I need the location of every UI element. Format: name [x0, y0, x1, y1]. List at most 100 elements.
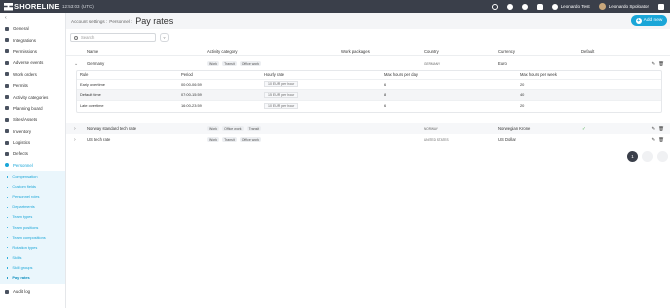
flag-icon [5, 151, 9, 156]
sidebar-subitem-team-compositions[interactable]: Team compositions [0, 233, 65, 243]
sidebar-item-sites-assets[interactable]: Sites/Assets [0, 114, 65, 125]
sidebar-item-label: Adverse events [13, 60, 44, 66]
user-menu[interactable]: Leonardo Spoloator [598, 3, 649, 10]
sidebar-subitem-departments[interactable]: Departments [0, 202, 65, 212]
column-header-activity[interactable]: Activity category [207, 49, 238, 54]
pay-rate-rules-table: Rule Period Hourly rate Max hours per da… [76, 70, 662, 113]
sidebar-subitem-rotation-types[interactable]: Rotation types [0, 243, 65, 253]
rule-rate: 15 EUR per hour [264, 91, 299, 98]
rule-max-day: 6 [384, 103, 387, 109]
info-icon[interactable] [521, 3, 528, 10]
edit-icon[interactable]: ✎ [652, 137, 656, 143]
sidebar-subitem-skills[interactable]: Skills [0, 253, 65, 263]
activity-tags: Work Office work Transit [207, 126, 264, 132]
apps-icon[interactable] [658, 3, 664, 10]
row-name: Germany [87, 61, 105, 66]
sidebar-subitem-team-types[interactable]: Team types [0, 212, 65, 222]
sidebar-subitem-skill-groups[interactable]: Skill groups [0, 263, 65, 273]
board-icon [5, 106, 9, 111]
breadcrumb-section[interactable]: Personnel [109, 19, 130, 24]
search-input[interactable]: Search [70, 33, 156, 42]
nested-table-header: Rule Period Hourly rate Max hours per da… [77, 71, 661, 80]
sidebar-item-inventory[interactable]: Inventory [0, 126, 65, 137]
gear-icon [551, 3, 558, 10]
page-button-current[interactable]: 1 [627, 151, 638, 162]
sidebar-item-adverse-events[interactable]: Adverse events [0, 57, 65, 68]
rule-rate: 10 EUR per hour [264, 102, 299, 109]
delete-icon[interactable]: 🗑 [658, 61, 664, 67]
delete-icon[interactable]: 🗑 [658, 126, 664, 132]
rule-max-week: 40 [520, 92, 525, 98]
bullet-icon [7, 176, 9, 178]
logo[interactable]: SHORELINE [0, 2, 60, 11]
sidebar-subitem-team-positions[interactable]: Team positions [0, 223, 65, 233]
sidebar-item-permissions[interactable]: Permissions [0, 46, 65, 57]
page-button-blank[interactable] [657, 151, 668, 162]
activity-tag: Work [207, 61, 220, 67]
permit-icon [5, 83, 9, 88]
sidebar-item-audit-log[interactable]: Audit log [0, 286, 65, 297]
delete-icon[interactable]: 🗑 [658, 137, 664, 143]
edit-icon[interactable]: ✎ [652, 126, 656, 132]
avatar [598, 3, 606, 10]
sidebar-item-label: Audit log [13, 289, 31, 295]
rule-period: 07:00-15:59 [181, 92, 202, 98]
column-header-packages[interactable]: Work packages [341, 49, 370, 54]
edit-icon[interactable]: ✎ [652, 61, 656, 67]
sidebar-item-label: General [13, 26, 29, 32]
table-row[interactable]: › Norway standard tech rate Work Office w… [66, 123, 670, 134]
sidebar-subitem-label: Compensation [12, 174, 38, 180]
rule-row[interactable]: Default time 07:00-15:59 15 EUR per hour… [77, 90, 661, 101]
sidebar-subitem-label: Team positions [12, 224, 39, 230]
sidebar-item-integrations[interactable]: Integrations [0, 34, 65, 45]
sidebar-item-personnel[interactable]: Personnel [0, 160, 65, 171]
sidebar-subitem-personnel-roles[interactable]: Personnel roles [0, 192, 65, 202]
sidebar-item-activity-categories[interactable]: Activity categories [0, 91, 65, 102]
lock-icon [5, 49, 9, 54]
page-button-blank[interactable] [642, 151, 653, 162]
account-menu[interactable]: Leonardo Test [551, 3, 590, 10]
sidebar-subitem-pay-rates[interactable]: Pay rates [0, 273, 65, 283]
collapse-sidebar-button[interactable]: ‹ [0, 13, 65, 23]
row-country: UNITED STATES [424, 137, 449, 142]
breadcrumb-root[interactable]: Account settings [71, 19, 105, 24]
sidebar-subitem-label: Rotation types [12, 244, 38, 250]
column-header-default[interactable]: Default [581, 49, 594, 54]
alert-icon [5, 60, 9, 65]
column-header-rule: Rule [80, 72, 89, 78]
sidebar-item-defects[interactable]: Defects [0, 148, 65, 159]
sidebar-item-general[interactable]: General [0, 23, 65, 34]
clock-timezone: (UTC) [81, 4, 94, 9]
sidebar-item-label: Work orders [13, 71, 37, 77]
rule-row[interactable]: Late overtime 16:00-23:59 10 EUR per hou… [77, 101, 661, 112]
chevron-right-icon[interactable]: › [74, 126, 76, 132]
truck-icon [5, 140, 9, 145]
table-header: Name Activity category Work packages Cou… [66, 48, 670, 56]
help-icon[interactable] [506, 3, 513, 10]
filter-button[interactable]: ▿ [160, 33, 169, 42]
logo-mark-icon [4, 2, 13, 11]
breadcrumb: Account settings: Personnel: [71, 18, 133, 24]
bullet-icon [7, 267, 9, 269]
sidebar-item-logistics[interactable]: Logistics [0, 137, 65, 148]
sidebar-item-work-orders[interactable]: Work orders [0, 69, 65, 80]
bell-icon[interactable] [536, 3, 543, 10]
rule-row[interactable]: Early overtime 00:00-06:59 10 EUR per ho… [77, 80, 661, 90]
table-row[interactable]: › US tech rate Work Transit Office work UN… [66, 134, 670, 145]
search-placeholder: Search [81, 35, 95, 40]
column-header-currency[interactable]: Currency [498, 49, 515, 54]
sidebar-item-label: Defects [13, 151, 28, 157]
column-header-name[interactable]: Name [87, 49, 98, 54]
add-new-button[interactable]: + Add new [631, 15, 667, 26]
search-icon[interactable] [491, 3, 498, 10]
sidebar-subitem-custom-fields[interactable]: Custom fields [0, 182, 65, 192]
sidebar-subitem-compensation[interactable]: Compensation [0, 172, 65, 182]
table-row[interactable]: ⌄ Germany Work Transit Office work GERMANY… [66, 58, 670, 69]
chevron-right-icon[interactable]: › [74, 137, 76, 143]
sidebar-item-permits[interactable]: Permits [0, 80, 65, 91]
activity-tag: Transit [246, 126, 262, 132]
sidebar-subitem-label: Team compositions [12, 234, 46, 240]
sidebar-item-planning-board[interactable]: Planning board [0, 103, 65, 114]
column-header-country[interactable]: Country [424, 49, 439, 54]
chevron-down-icon[interactable]: ⌄ [74, 61, 78, 67]
